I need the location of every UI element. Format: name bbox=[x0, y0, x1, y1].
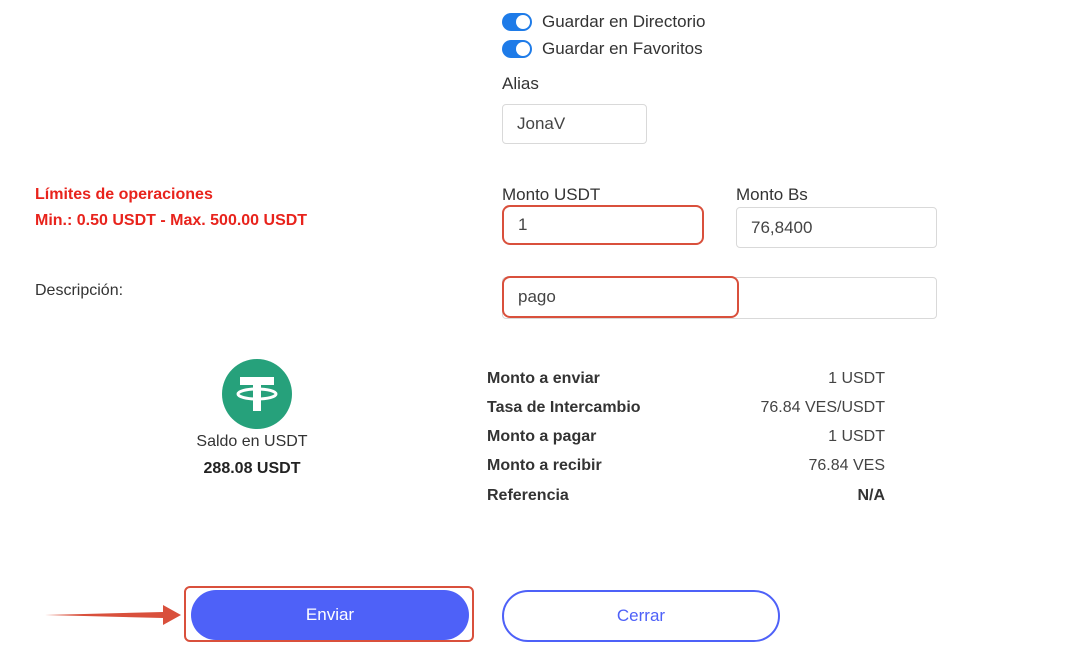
monto-bs-label: Monto Bs bbox=[736, 185, 808, 204]
descripcion-value: pago bbox=[518, 287, 556, 306]
toggle-switch[interactable] bbox=[502, 13, 532, 31]
limits-title: Límites de operaciones bbox=[35, 186, 213, 203]
arrow-annotation-icon bbox=[45, 605, 181, 625]
alias-input[interactable]: JonaV bbox=[502, 104, 647, 144]
summary-label: Referencia bbox=[487, 487, 569, 504]
send-button[interactable]: Enviar bbox=[191, 590, 469, 640]
summary-value: 76.84 VES bbox=[808, 457, 886, 474]
monto-usdt-input[interactable]: 1 bbox=[502, 205, 704, 245]
summary-label: Tasa de Intercambio bbox=[487, 399, 641, 416]
toggle-label: Guardar en Directorio bbox=[542, 12, 706, 31]
monto-usdt-value: 1 bbox=[518, 215, 528, 234]
close-button[interactable]: Cerrar bbox=[502, 590, 780, 642]
tether-usdt-icon bbox=[222, 359, 292, 429]
toggle-label: Guardar en Favoritos bbox=[542, 39, 703, 58]
summary-label: Monto a pagar bbox=[487, 428, 597, 445]
summary-value: 1 USDT bbox=[828, 428, 885, 445]
balance-value: 288.08 USDT bbox=[203, 460, 301, 477]
alias-label: Alias bbox=[502, 74, 539, 93]
toggle-switch[interactable] bbox=[502, 40, 532, 58]
summary-value: 76.84 VES/USDT bbox=[760, 399, 886, 416]
descripcion-label: Descripción: bbox=[35, 282, 124, 299]
alias-value: JonaV bbox=[517, 114, 566, 133]
summary-label: Monto a recibir bbox=[487, 457, 602, 474]
monto-bs-value: 76,8400 bbox=[751, 217, 813, 237]
summary-label: Monto a enviar bbox=[487, 370, 600, 387]
monto-bs-input[interactable]: 76,8400 bbox=[736, 207, 937, 248]
monto-usdt-label: Monto USDT bbox=[502, 185, 601, 204]
descripcion-highlight[interactable]: pago bbox=[502, 276, 739, 318]
summary-value: 1 USDT bbox=[828, 370, 885, 387]
summary-value: N/A bbox=[857, 487, 885, 504]
limits-range: Min.: 0.50 USDT - Max. 500.00 USDT bbox=[35, 212, 308, 229]
balance-label: Saldo en USDT bbox=[196, 433, 308, 450]
